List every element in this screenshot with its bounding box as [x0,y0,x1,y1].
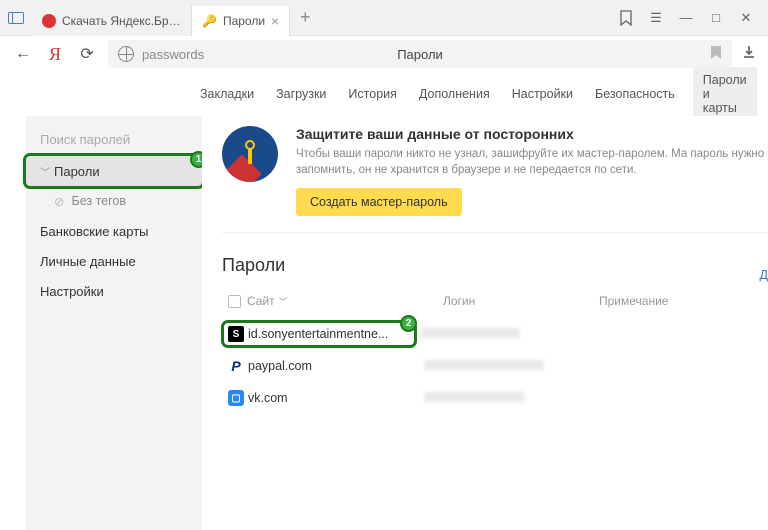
sidebar-item-label: Личные данные [40,254,136,269]
nav-settings[interactable]: Настройки [508,81,577,107]
nav-downloads[interactable]: Загрузки [272,81,330,107]
address-bar[interactable]: passwords Пароли [108,40,732,68]
password-row[interactable]: P paypal.com [222,350,768,382]
chevron-down-icon: ﹀ [279,295,288,308]
select-all-checkbox[interactable] [228,295,241,308]
reload-button[interactable]: ⟳ [76,44,98,64]
tab-label: Пароли [223,14,265,28]
sidebar-item-passwords[interactable]: ﹀ Пароли [26,156,202,186]
section-title: Пароли [222,255,768,276]
site-name: vk.com [248,391,288,405]
yandex-home-button[interactable]: Я [44,44,66,65]
nav-security[interactable]: Безопасность [591,81,679,107]
bookmark-icon[interactable] [710,46,722,63]
address-text: passwords [142,47,204,62]
chevron-down-icon: ﹀ [40,164,50,179]
promo-title: Защитите ваши данные от посторонних [296,126,768,142]
content: Защитите ваши данные от посторонних Чтоб… [202,116,768,530]
master-password-promo: Защитите ваши данные от посторонних Чтоб… [222,126,768,233]
sidebar-item-label: Пароли [54,164,100,179]
nav-history[interactable]: История [344,81,400,107]
login-blurred [424,392,524,402]
password-row[interactable]: ▢ vk.com [222,382,768,414]
site-icon-vk: ▢ [228,390,244,406]
nav-addons[interactable]: Дополнения [415,81,494,107]
col-note: Примечание [599,294,768,308]
list-header: Сайт ﹀ Логин Примечание [222,294,768,318]
window-controls: ☰ — □ ✕ [612,4,768,32]
sidebar-item-notags[interactable]: ⊘ Без тегов [26,186,202,216]
maximize-icon[interactable]: □ [702,4,730,32]
add-password-link[interactable]: Д [760,268,768,282]
address-title: Пароли [397,47,443,62]
tab-label: Скачать Яндекс.Браузер д [62,14,181,28]
sidebar-item-personal[interactable]: Личные данные [26,246,202,276]
sidebar-toggle-icon[interactable] [8,12,24,24]
sidebar-item-label: Настройки [40,284,104,299]
site-icon-sony: S [228,326,244,342]
col-login: Логин [443,294,593,308]
site-icon-paypal: P [228,358,244,374]
login-blurred [420,328,520,338]
passwords-favicon: 🔑 [202,14,217,28]
create-master-password-button[interactable]: Создать мастер-пароль [296,188,462,216]
address-row: ← Я ⟳ passwords Пароли [0,36,768,72]
col-site[interactable]: Сайт ﹀ [247,294,437,308]
search-input[interactable]: Поиск паролей [26,122,202,156]
login-blurred [424,360,544,370]
close-window-icon[interactable]: ✕ [732,4,760,32]
nav-passwords[interactable]: Пароли и карты [693,67,757,121]
tab-1[interactable]: 🔑 Пароли × [192,6,290,36]
tab-0[interactable]: Скачать Яндекс.Браузер д [32,6,192,36]
titlebar: Скачать Яндекс.Браузер д 🔑 Пароли × + ☰ … [0,0,768,36]
site-name: id.sonyentertainmentne... [248,327,388,341]
tag-icon: ⊘ [54,194,64,209]
annotation-badge-2: 2 [400,315,417,332]
sidebar-item-label: Без тегов [71,194,126,208]
sidebar-item-cards[interactable]: Банковские карты [26,216,202,246]
downloads-button[interactable] [742,45,756,64]
yandex-favicon [42,14,56,28]
menu-icon[interactable]: ☰ [642,4,670,32]
minimize-icon[interactable]: — [672,4,700,32]
sidebar: Поиск паролей ﹀ Пароли 1 ⊘ Без тегов Бан… [26,116,202,530]
bookmarks-icon[interactable] [612,4,640,32]
top-nav: Закладки Загрузки История Дополнения Нас… [0,72,768,116]
new-tab-button[interactable]: + [290,7,320,28]
nav-bookmarks[interactable]: Закладки [196,81,258,107]
sidebar-item-settings[interactable]: Настройки [26,276,202,306]
back-button[interactable]: ← [12,45,34,63]
sidebar-item-label: Банковские карты [40,224,149,239]
main: Поиск паролей ﹀ Пароли 1 ⊘ Без тегов Бан… [0,116,768,530]
promo-description: Чтобы ваши пароли никто не узнал, зашифр… [296,146,768,178]
shield-key-icon [222,126,278,182]
password-row[interactable]: S id.sonyentertainmentne... 2 [222,318,768,350]
site-name: paypal.com [248,359,312,373]
globe-icon [118,46,134,62]
close-icon[interactable]: × [271,13,279,29]
search-placeholder: Поиск паролей [40,132,130,147]
